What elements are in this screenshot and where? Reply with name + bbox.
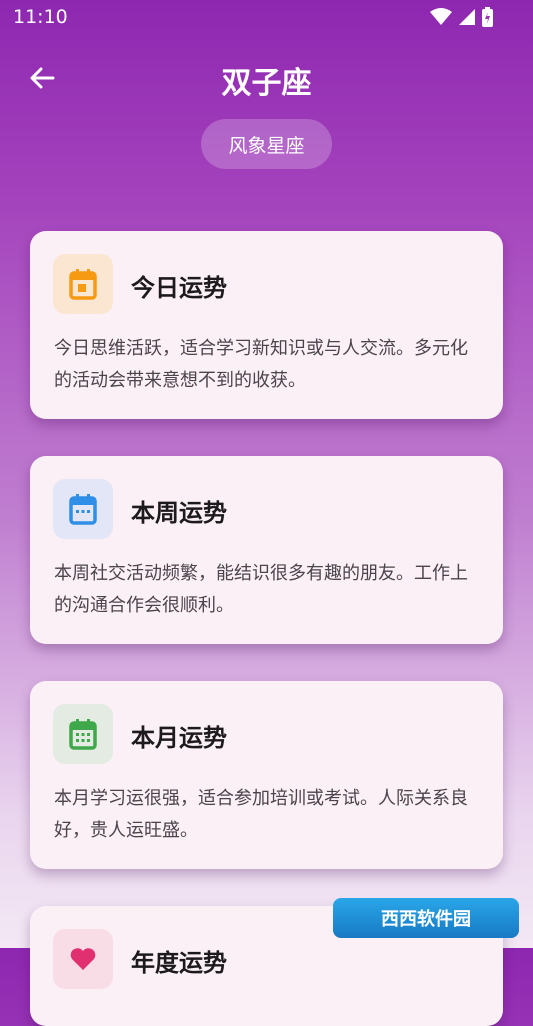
calendar-month-icon xyxy=(69,719,97,750)
heart-icon xyxy=(70,948,96,970)
icon-container xyxy=(53,479,113,539)
status-bar: 11:10 xyxy=(0,0,533,36)
icon-container xyxy=(53,254,113,314)
card-text: 本月学习运很强，适合参加培训或考试。人际关系良好，贵人运旺盛。 xyxy=(54,788,468,841)
wifi-icon xyxy=(430,8,452,25)
card-text: 本周社交活动频繁，能结识很多有趣的朋友。工作上的沟通合作会很顺利。 xyxy=(54,563,468,616)
card-weekly-fortune[interactable]: 本周运势 本周社交活动频繁，能结识很多有趣的朋友。工作上的沟通合作会很顺利。 xyxy=(30,456,503,644)
watermark-text: 西西软件园 xyxy=(381,909,471,930)
icon-container xyxy=(53,704,113,764)
element-tag-chip: 风象星座 xyxy=(201,119,332,169)
watermark-logo: 西西软件园 xyxy=(333,898,519,938)
card-monthly-fortune[interactable]: 本月运势 本月学习运很强，适合参加培训或考试。人际关系良好，贵人运旺盛。 xyxy=(30,681,503,869)
status-icons xyxy=(430,7,493,27)
card-text: 今日思维活跃，适合学习新知识或与人交流。多元化的活动会带来意想不到的收获。 xyxy=(54,338,468,391)
signal-icon xyxy=(459,9,475,25)
battery-icon xyxy=(482,7,493,27)
element-tag-label: 风象星座 xyxy=(228,134,305,157)
card-title: 今日运势 xyxy=(131,274,227,302)
icon-container xyxy=(53,929,113,989)
card-title: 本月运势 xyxy=(131,724,227,752)
top-app-bar: 双子座 xyxy=(0,52,533,108)
page-title: 双子座 xyxy=(221,66,312,101)
card-daily-fortune[interactable]: 今日运势 今日思维活跃，适合学习新知识或与人交流。多元化的活动会带来意想不到的收… xyxy=(30,231,503,419)
status-time: 11:10 xyxy=(13,6,68,28)
calendar-week-icon xyxy=(69,494,97,525)
card-title: 年度运势 xyxy=(131,949,227,977)
card-title: 本周运势 xyxy=(131,499,227,527)
calendar-today-icon xyxy=(69,269,97,300)
